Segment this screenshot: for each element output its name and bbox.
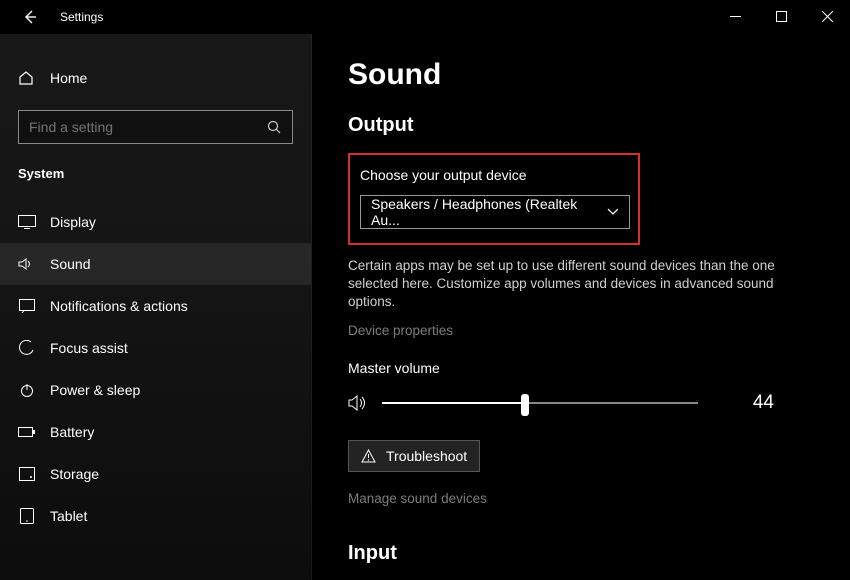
selected-output-value: Speakers / Headphones (Realtek Au... <box>371 196 607 228</box>
warning-icon <box>361 449 376 463</box>
nav-sound[interactable]: Sound <box>0 243 311 285</box>
close-icon <box>822 11 833 22</box>
nav-tablet[interactable]: Tablet <box>0 495 311 537</box>
master-volume-label: Master volume <box>348 360 814 376</box>
search-icon <box>267 120 282 135</box>
nav-focus-assist[interactable]: Focus assist <box>0 327 311 369</box>
search-box[interactable] <box>18 110 293 144</box>
back-button[interactable] <box>18 5 42 29</box>
volume-value: 44 <box>753 392 814 414</box>
close-button[interactable] <box>804 0 850 32</box>
output-help-text: Certain apps may be set up to use differ… <box>348 257 788 312</box>
chevron-down-icon <box>607 208 619 216</box>
nav-label: Storage <box>50 466 99 482</box>
nav-label: Tablet <box>50 508 87 524</box>
sidebar: Home System Display Sound Notifications … <box>0 34 312 580</box>
nav-power-sleep[interactable]: Power & sleep <box>0 369 311 411</box>
nav-battery[interactable]: Battery <box>0 411 311 453</box>
tablet-icon <box>20 508 34 524</box>
choose-output-label: Choose your output device <box>360 167 628 183</box>
nav-label: Battery <box>50 424 94 440</box>
search-input[interactable] <box>29 119 267 135</box>
storage-icon <box>19 467 35 481</box>
manage-sound-devices-link[interactable]: Manage sound devices <box>348 491 487 506</box>
nav-display[interactable]: Display <box>0 201 311 243</box>
device-properties-link[interactable]: Device properties <box>348 323 453 338</box>
home-icon <box>18 70 34 86</box>
maximize-icon <box>776 11 787 22</box>
troubleshoot-button[interactable]: Troubleshoot <box>348 440 480 472</box>
nav-label: Focus assist <box>50 340 128 356</box>
power-icon <box>19 382 35 398</box>
battery-icon <box>18 426 36 438</box>
slider-fill <box>382 402 521 404</box>
slider-thumb[interactable] <box>521 394 529 416</box>
output-device-select[interactable]: Speakers / Headphones (Realtek Au... <box>360 195 630 229</box>
output-device-highlight: Choose your output device Speakers / Hea… <box>348 153 640 245</box>
category-header: System <box>0 166 311 181</box>
main-content: Sound Output Choose your output device S… <box>312 34 850 580</box>
home-label: Home <box>50 70 87 86</box>
output-heading: Output <box>348 114 814 137</box>
volume-slider[interactable] <box>382 402 698 404</box>
page-title: Sound <box>348 58 814 92</box>
minimize-icon <box>730 11 741 22</box>
home-nav[interactable]: Home <box>0 60 311 96</box>
nav-notifications[interactable]: Notifications & actions <box>0 285 311 327</box>
volume-icon <box>348 394 368 412</box>
notifications-icon <box>19 299 35 313</box>
nav-storage[interactable]: Storage <box>0 453 311 495</box>
troubleshoot-label: Troubleshoot <box>386 448 467 464</box>
input-heading: Input <box>348 542 814 565</box>
nav-label: Notifications & actions <box>50 298 188 314</box>
window-title: Settings <box>60 10 103 24</box>
nav-label: Power & sleep <box>50 382 140 398</box>
focus-assist-icon <box>19 340 35 356</box>
arrow-left-icon <box>22 9 38 25</box>
nav-label: Display <box>50 214 96 230</box>
minimize-button[interactable] <box>712 0 758 32</box>
maximize-button[interactable] <box>758 0 804 32</box>
display-icon <box>18 215 36 229</box>
nav-label: Sound <box>50 256 90 272</box>
sound-icon <box>18 257 36 271</box>
